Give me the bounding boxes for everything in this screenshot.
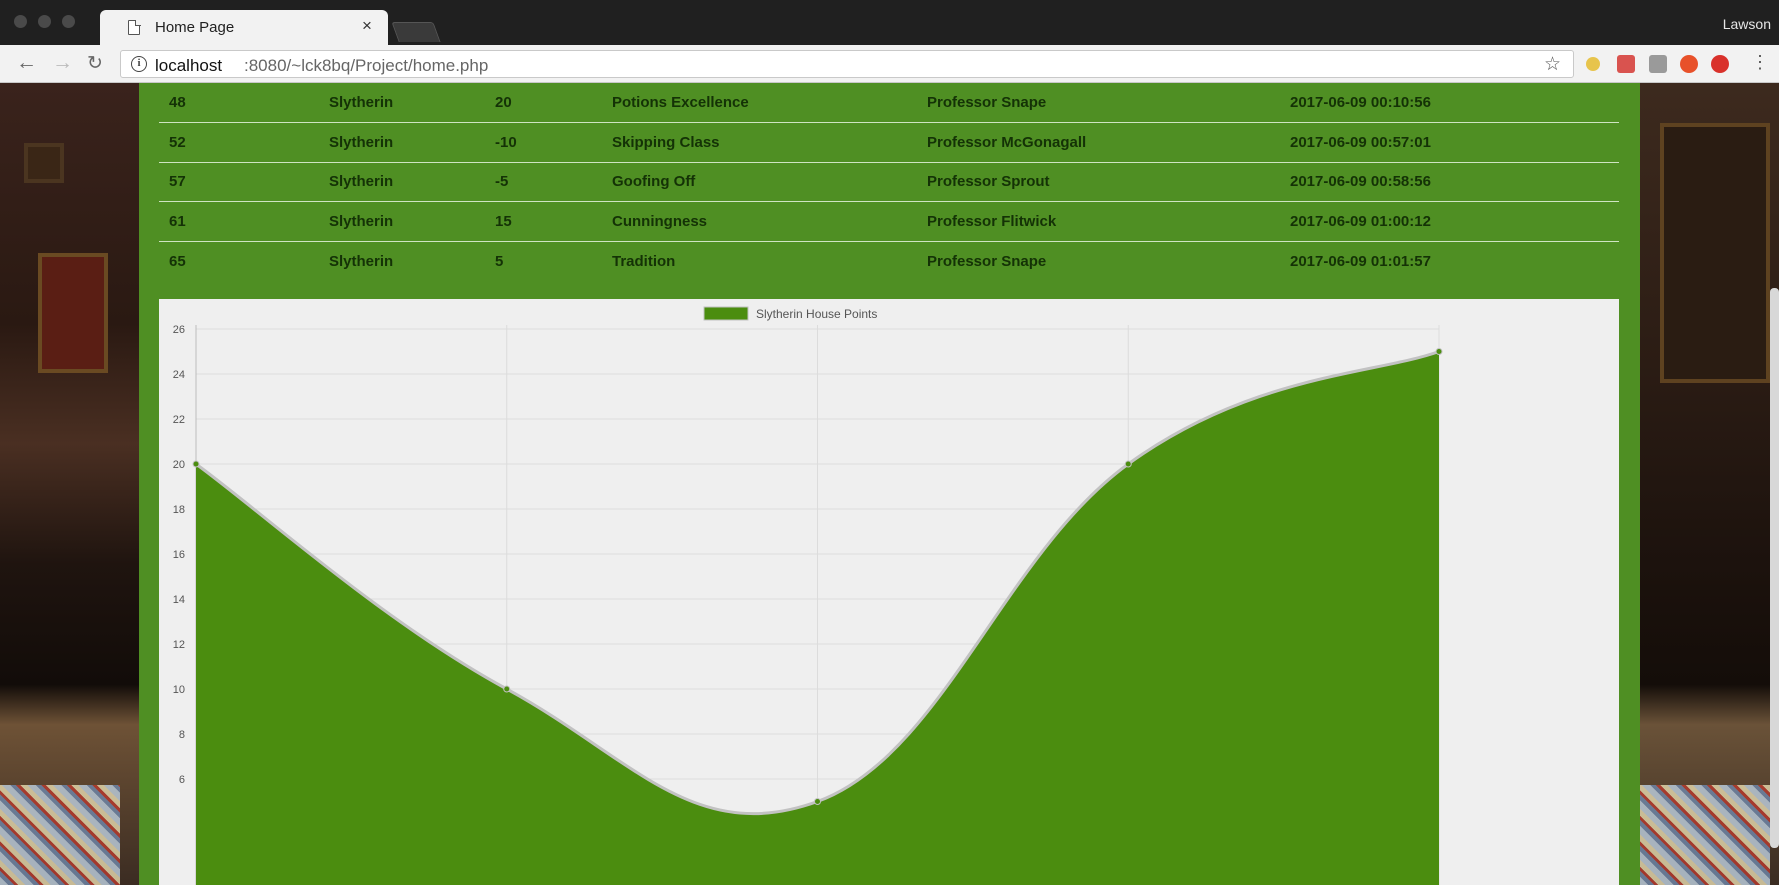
table-cell: Professor Snape xyxy=(927,83,1290,123)
table-cell: Slytherin xyxy=(329,122,495,163)
table-cell: Slytherin xyxy=(329,201,495,242)
data-point xyxy=(1435,348,1443,355)
back-arrow-icon[interactable]: ← xyxy=(16,51,37,75)
y-tick-label: 26 xyxy=(173,324,185,336)
table-cell: -10 xyxy=(495,122,612,163)
table-cell: 48 xyxy=(159,83,329,123)
table-row: 61 Slytherin 15 Cunningness Professor Flitwi… xyxy=(159,201,1619,242)
browser-menu-icon[interactable]: ⋮ xyxy=(1751,52,1769,73)
table-cell: -5 xyxy=(495,162,612,202)
y-tick-label: 24 xyxy=(173,369,185,381)
portrait-painting xyxy=(1660,123,1770,383)
table-cell: 20 xyxy=(495,83,612,123)
table-cell: Potions Excellence xyxy=(612,83,927,123)
info-icon[interactable]: i xyxy=(131,56,147,72)
table-cell: 15 xyxy=(495,201,612,242)
table-cell: Slytherin xyxy=(329,83,495,123)
y-tick-label: 22 xyxy=(173,414,185,426)
table-cell: 2017-06-09 00:58:56 xyxy=(1290,162,1619,202)
stained-glass-window xyxy=(0,785,120,885)
close-window-icon[interactable] xyxy=(14,15,27,28)
table-cell: Goofing Off xyxy=(612,162,927,202)
chart-svg: 6 8 10 12 14 16 18 20 22 24 26 Slytherin House Poin… xyxy=(173,306,1443,885)
y-tick-label: 10 xyxy=(173,684,185,696)
table-cell: 57 xyxy=(159,162,329,202)
browser-titlebar: Home Page × Lawson xyxy=(0,0,1779,46)
table-cell: 65 xyxy=(169,252,186,270)
page-viewport: 48 Slytherin 20 Potions Excellence Professor… xyxy=(0,83,1779,885)
portrait-painting xyxy=(38,253,108,373)
y-tick-label: 6 xyxy=(179,774,185,786)
background-image-right xyxy=(1640,83,1779,885)
profile-name[interactable]: Lawson xyxy=(1723,16,1771,32)
y-tick-label: 8 xyxy=(179,729,185,741)
maximize-window-icon[interactable] xyxy=(62,15,75,28)
table-cell: Professor Snape xyxy=(927,252,1047,270)
table-cell: 2017-06-09 01:01:57 xyxy=(1290,252,1431,270)
browser-tab[interactable]: Home Page × xyxy=(100,10,388,46)
table-cell: 2017-06-09 00:10:56 xyxy=(1290,83,1619,123)
table-cell: 2017-06-09 01:00:12 xyxy=(1290,201,1619,242)
extension-icon-3[interactable] xyxy=(1649,55,1667,73)
page-scrollbar[interactable] xyxy=(1770,288,1779,848)
url-path: :8080/~lck8bq/Project/home.php xyxy=(244,56,489,75)
table-row: 57 Slytherin -5 Goofing Off Professor Sprout… xyxy=(159,162,1619,202)
minimize-window-icon[interactable] xyxy=(38,15,51,28)
background-image-left xyxy=(0,83,139,885)
reload-icon[interactable]: ↻ xyxy=(87,52,103,75)
house-points-chart: 6 8 10 12 14 16 18 20 22 24 26 Slytherin House Poin… xyxy=(159,299,1619,885)
wall-ornament xyxy=(24,143,64,183)
table-row: 65 Slytherin 5 Tradition Professor Snape 2017… xyxy=(159,241,1619,281)
new-tab-button[interactable] xyxy=(391,22,441,42)
tab-close-icon[interactable]: × xyxy=(362,16,372,36)
table-row: 48 Slytherin 20 Potions Excellence Professor… xyxy=(159,83,1619,123)
forward-arrow-icon[interactable]: → xyxy=(52,51,73,75)
page-icon xyxy=(128,19,141,35)
table-cell: 52 xyxy=(159,122,329,163)
address-bar[interactable]: i localhost :8080/~lck8bq/Project/home.p… xyxy=(120,50,1574,78)
table-row: 52 Slytherin -10 Skipping Class Professor Mc… xyxy=(159,122,1619,163)
extension-icon-2[interactable] xyxy=(1617,55,1635,73)
table-cell: Tradition xyxy=(612,252,676,270)
y-tick-label: 14 xyxy=(173,594,185,606)
house-points-table: 48 Slytherin 20 Potions Excellence Professor… xyxy=(159,83,1619,281)
y-tick-label: 16 xyxy=(173,549,185,561)
bookmark-star-icon[interactable]: ☆ xyxy=(1544,53,1561,76)
stained-glass-window xyxy=(1640,785,1770,885)
browser-toolbar: ← → ↻ i localhost :8080/~lck8bq/Project/… xyxy=(0,45,1779,83)
table-cell: 2017-06-09 00:57:01 xyxy=(1290,122,1619,163)
table-cell: 5 xyxy=(495,252,504,270)
table-cell: 61 xyxy=(159,201,329,242)
data-point xyxy=(1124,460,1132,468)
url-host: localhost xyxy=(155,56,223,75)
tab-title: Home Page xyxy=(155,19,235,36)
legend-label: Slytherin House Points xyxy=(756,307,877,321)
table-cell: Cunningness xyxy=(612,201,927,242)
main-content: 48 Slytherin 20 Potions Excellence Professor… xyxy=(139,83,1640,885)
extension-icon-4[interactable] xyxy=(1680,55,1698,73)
adblock-icon[interactable] xyxy=(1711,55,1729,73)
data-point xyxy=(503,685,511,693)
legend-swatch xyxy=(703,306,749,321)
table-cell: Professor Flitwick xyxy=(927,201,1290,242)
y-tick-label: 12 xyxy=(173,639,185,651)
y-tick-label: 20 xyxy=(173,459,185,471)
table-cell: Professor McGonagall xyxy=(927,122,1290,163)
y-tick-label: 18 xyxy=(173,504,185,516)
table-cell: Professor Sprout xyxy=(927,162,1290,202)
table-cell: Skipping Class xyxy=(612,122,927,163)
data-point xyxy=(192,460,200,468)
table-cell: Slytherin xyxy=(329,252,394,270)
data-point xyxy=(814,798,821,805)
extension-icon-1[interactable] xyxy=(1586,57,1600,71)
table-cell: Slytherin xyxy=(329,162,495,202)
